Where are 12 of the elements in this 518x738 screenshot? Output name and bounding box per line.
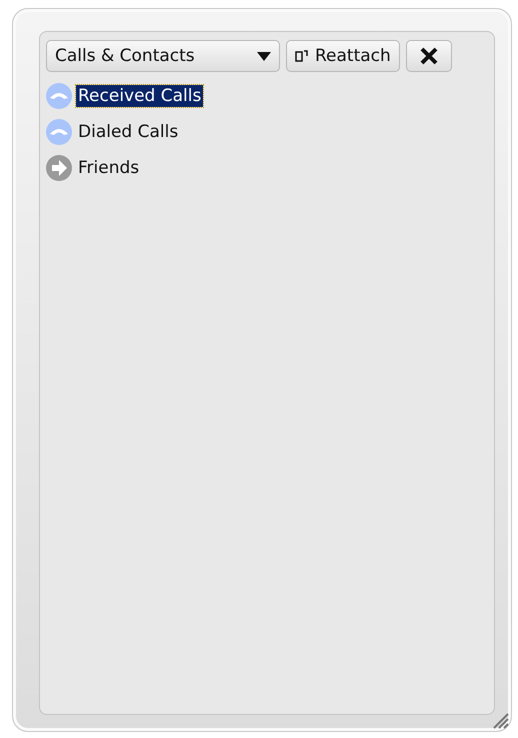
list-item[interactable]: Received Calls [76,85,204,107]
reattach-button[interactable]: Reattach [286,40,400,72]
phone-icon [46,83,72,109]
list-item[interactable]: Friends [76,157,142,179]
category-dropdown[interactable]: Calls & Contacts [46,40,280,72]
caret-icon [257,52,271,60]
phone-icon [46,119,72,145]
close-button[interactable] [406,40,452,72]
resize-grip-icon[interactable] [491,711,509,729]
window-icon [295,50,309,62]
list-item[interactable]: Dialed Calls [76,121,180,143]
close-icon [420,47,438,65]
